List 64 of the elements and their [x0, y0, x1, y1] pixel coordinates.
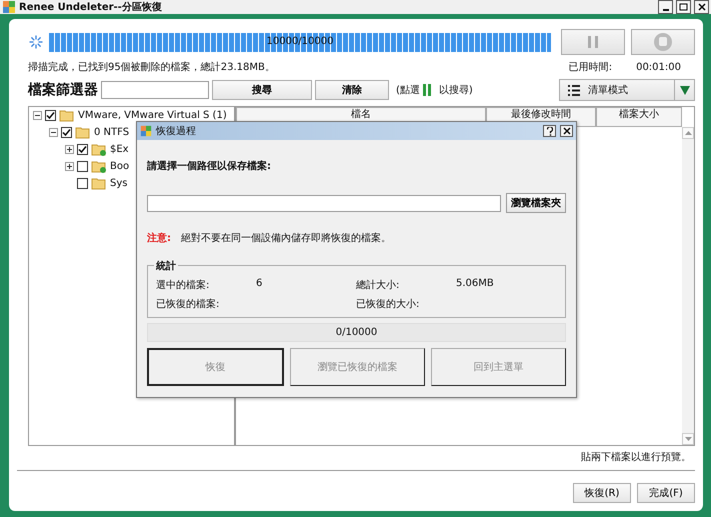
expand-icon[interactable]	[65, 162, 74, 171]
path-field[interactable]	[147, 194, 501, 212]
scroll-up-icon[interactable]	[684, 131, 692, 135]
spinner-icon	[29, 35, 43, 49]
elapsed-label: 已用時間:	[568, 60, 612, 74]
stat-label: 總計大小:	[356, 278, 400, 292]
collapse-icon[interactable]	[49, 128, 58, 137]
progress-text: 0/10000	[334, 327, 378, 338]
hint-text: (點選	[396, 84, 420, 97]
dropdown-arrow-icon	[680, 86, 690, 94]
pause-icon	[587, 35, 599, 49]
close-icon[interactable]	[694, 0, 709, 14]
help-icon[interactable]	[543, 125, 556, 137]
preview-hint: 貼兩下檔案以進行預覽。	[581, 452, 691, 463]
folder-icon	[91, 177, 107, 190]
close-icon[interactable]	[560, 125, 573, 137]
minimize-icon[interactable]	[658, 0, 673, 14]
clear-button[interactable]: 清除	[315, 80, 389, 100]
filter-label: 檔案篩選器	[28, 81, 98, 99]
pause-icon	[422, 84, 432, 96]
list-icon	[568, 84, 580, 96]
scan-status: 掃描完成，已找到95個被刪除的檔案，總計23.18MB。	[28, 62, 275, 73]
stat-value: 5.06MB	[456, 278, 495, 291]
elapsed-time: 00:01:00	[636, 62, 681, 72]
dialog-title: 恢復過程	[156, 124, 197, 138]
stat-label: 已恢復的大小:	[356, 298, 420, 311]
tree-item[interactable]: $Ex	[110, 144, 129, 155]
view-mode-label: 清單模式	[588, 84, 628, 97]
checkbox[interactable]	[45, 110, 56, 121]
recover-button[interactable]: 恢復(R)	[573, 483, 631, 503]
filter-field[interactable]	[101, 81, 209, 99]
search-button[interactable]: 搜尋	[212, 80, 312, 100]
folder-icon	[91, 160, 107, 173]
stat-value: 6	[256, 278, 264, 291]
checkbox[interactable]	[77, 178, 88, 189]
maximize-icon[interactable]	[676, 0, 691, 14]
stat-label: 選中的檔案:	[156, 278, 210, 292]
scroll-down-icon[interactable]	[684, 437, 692, 441]
folder-icon	[91, 143, 107, 156]
tree-item[interactable]: 0 NTFS	[94, 127, 130, 138]
app-icon	[2, 0, 16, 14]
dialog-prompt: 請選擇一個路徑以保存檔案:	[147, 159, 272, 173]
warning-text: 絕對不要在同一個設備內儲存即將恢復的檔案。	[181, 232, 391, 245]
app-icon	[140, 125, 152, 137]
view-mode-dropdown[interactable]: 清單模式	[559, 79, 695, 101]
group-title: 統計	[154, 259, 178, 273]
stat-label: 已恢復的檔案:	[156, 298, 220, 311]
scrollbar[interactable]	[682, 127, 694, 445]
checkbox[interactable]	[77, 161, 88, 172]
finish-button[interactable]: 完成(F)	[637, 483, 695, 503]
folder-icon	[75, 126, 91, 139]
warning-label: 注意:	[147, 231, 171, 245]
hint-text: 以搜尋)	[438, 84, 473, 97]
window-title: Renee Undeleter--分區恢復	[19, 0, 163, 14]
expand-icon[interactable]	[65, 145, 74, 154]
folder-icon	[59, 109, 75, 122]
checkbox[interactable]	[61, 127, 72, 138]
tree-item[interactable]: VMware, VMware Virtual S (1)	[78, 110, 227, 121]
tree-item[interactable]: Boo	[110, 161, 130, 172]
column-header[interactable]: 檔案大小	[596, 107, 682, 127]
browse-folder-button[interactable]: 瀏覽檔案夾	[506, 193, 566, 213]
tree-item[interactable]: Sys	[110, 178, 128, 189]
checkbox[interactable]	[77, 144, 88, 155]
collapse-icon[interactable]	[33, 111, 42, 120]
